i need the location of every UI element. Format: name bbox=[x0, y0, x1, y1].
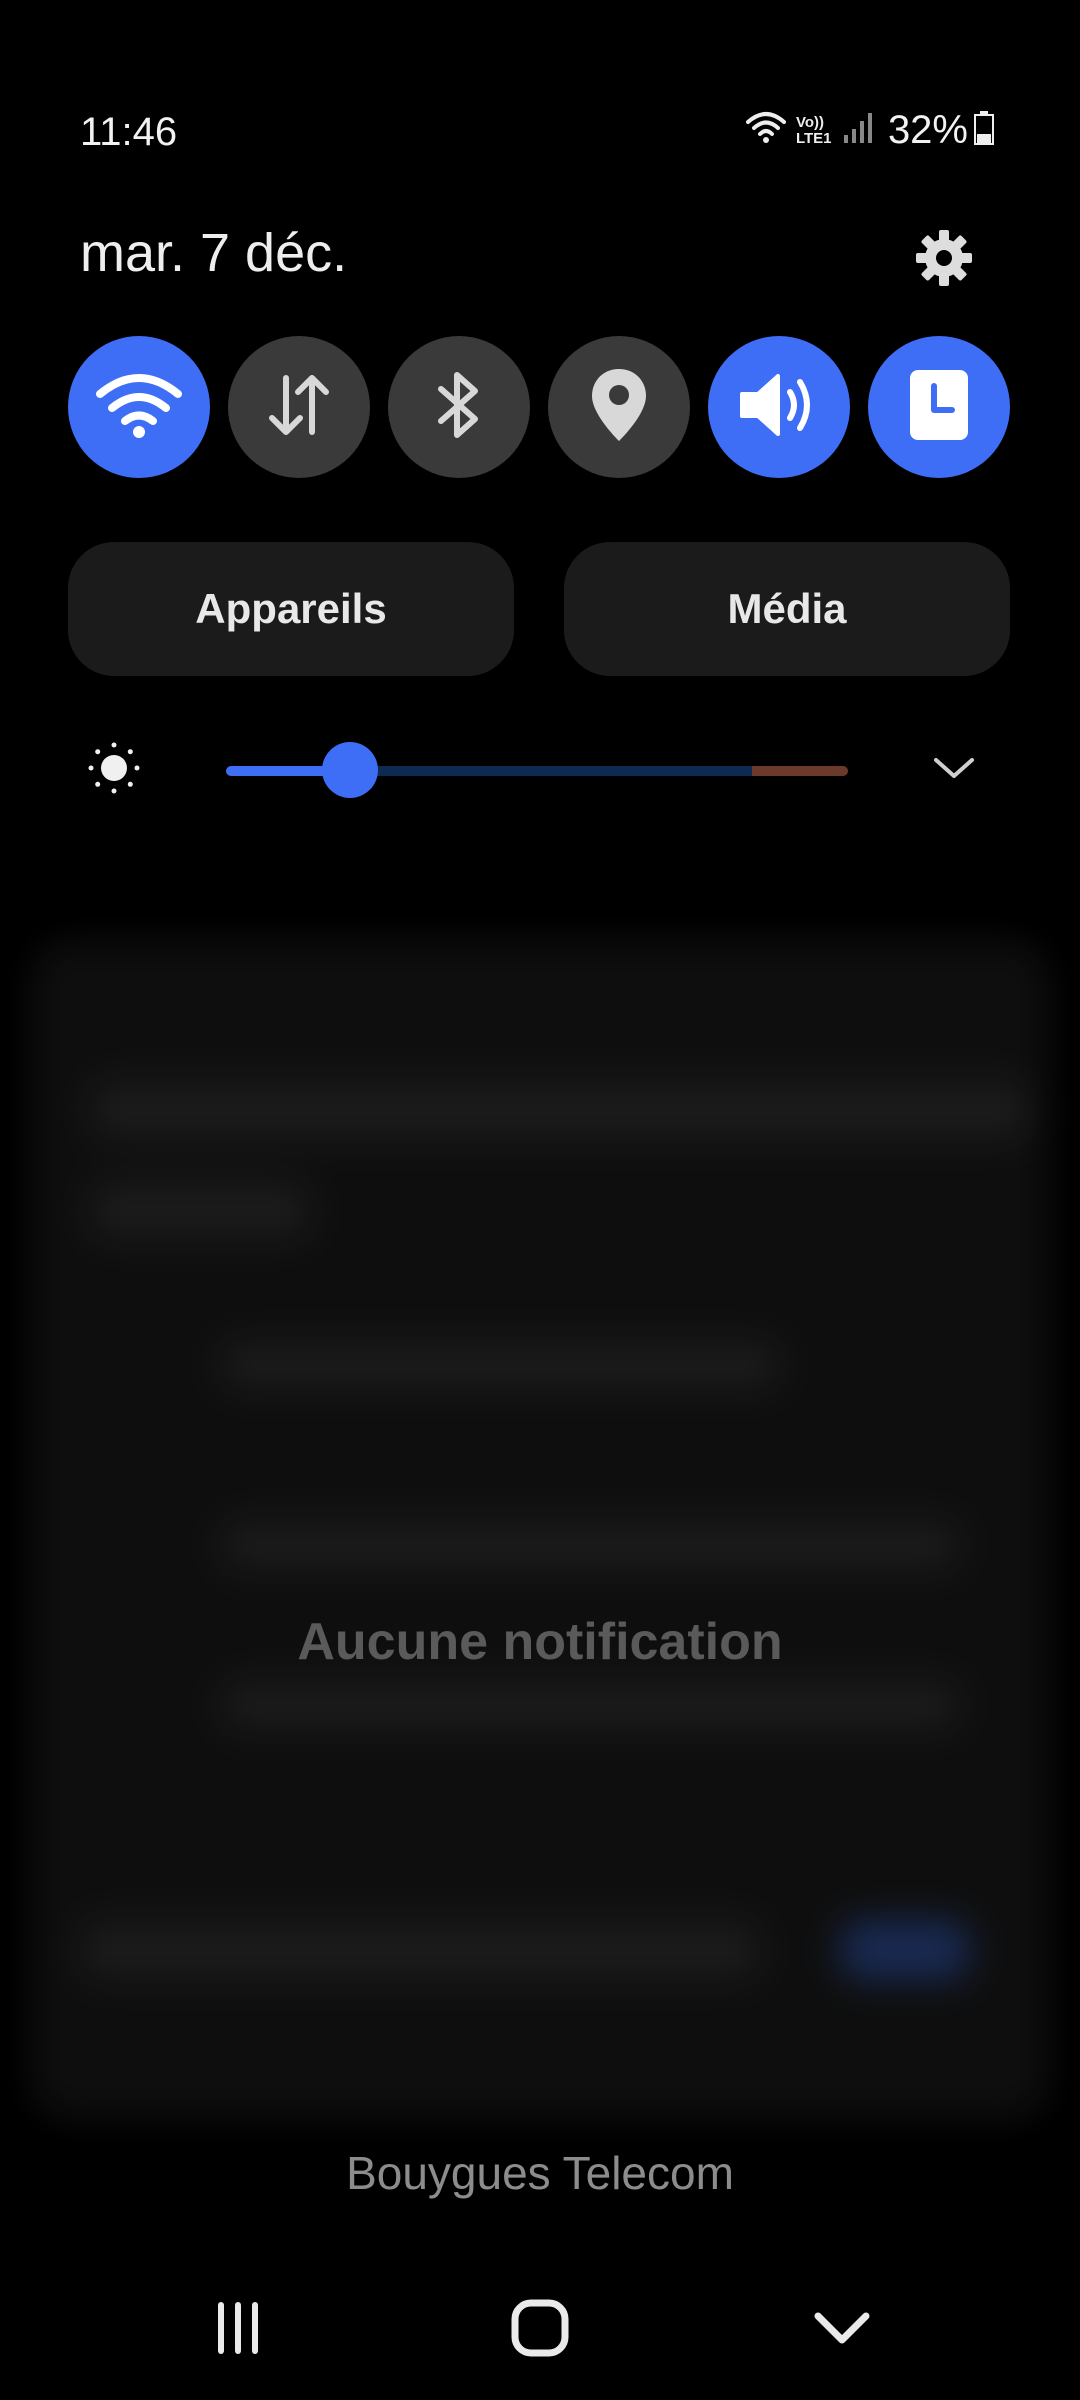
location-toggle[interactable] bbox=[548, 336, 690, 478]
back-button[interactable] bbox=[782, 2280, 902, 2380]
wifi-icon bbox=[745, 110, 786, 151]
quick-toggles bbox=[68, 336, 1012, 478]
gear-icon bbox=[914, 228, 974, 293]
mobile-data-toggle[interactable] bbox=[228, 336, 370, 478]
volte-label: Vo)) LTE1 bbox=[795, 113, 832, 147]
blurred-line bbox=[220, 1680, 960, 1730]
brightness-slider-thumb[interactable] bbox=[322, 742, 378, 798]
brightness-extra-range bbox=[752, 766, 848, 776]
volte-icon: Vo)) LTE1 bbox=[795, 113, 836, 147]
blurred-toggle bbox=[840, 1920, 970, 1980]
expand-panel-button[interactable] bbox=[928, 744, 980, 796]
bluetooth-icon bbox=[429, 367, 489, 448]
date-text[interactable]: mar. 7 déc. bbox=[80, 222, 347, 284]
media-button[interactable]: Média bbox=[564, 542, 1010, 676]
chevron-down-icon bbox=[932, 755, 976, 786]
quick-panel-screen: 11:46 Vo)) LTE1 32% mar. 7 déc. Appareil… bbox=[0, 0, 1080, 2400]
clock-icon bbox=[908, 368, 970, 447]
brightness-slider-track[interactable] bbox=[226, 766, 848, 776]
sun-icon bbox=[86, 740, 142, 796]
signal-icon bbox=[842, 111, 874, 150]
blurred-line bbox=[90, 1180, 310, 1240]
screen-timeout-toggle[interactable] bbox=[868, 336, 1010, 478]
blurred-line bbox=[220, 1520, 960, 1570]
status-icons: Vo)) LTE1 32% bbox=[745, 108, 994, 153]
status-bar: 11:46 Vo)) LTE1 32% bbox=[0, 100, 1080, 170]
battery-icon bbox=[974, 111, 994, 150]
no-notification-text: Aucune notification bbox=[297, 1613, 783, 1671]
bluetooth-toggle[interactable] bbox=[388, 336, 530, 478]
blurred-line bbox=[220, 1340, 780, 1390]
home-button[interactable] bbox=[480, 2280, 600, 2380]
devices-button[interactable]: Appareils bbox=[68, 542, 514, 676]
location-pin-icon bbox=[588, 365, 650, 450]
wifi-toggle[interactable] bbox=[68, 336, 210, 478]
chevron-down-icon bbox=[812, 2308, 872, 2353]
blurred-line bbox=[90, 1080, 1030, 1140]
settings-button[interactable] bbox=[906, 222, 982, 298]
speaker-icon bbox=[736, 368, 822, 447]
recents-icon bbox=[210, 2300, 266, 2361]
wifi-icon bbox=[96, 370, 182, 445]
battery-percent: 32% bbox=[887, 108, 968, 152]
data-arrows-icon bbox=[264, 370, 334, 445]
home-icon bbox=[510, 2298, 570, 2363]
sound-toggle[interactable] bbox=[708, 336, 850, 478]
carrier-label: Bouygues Telecom bbox=[346, 2147, 734, 2199]
recents-button[interactable] bbox=[178, 2280, 298, 2380]
blurred-line bbox=[80, 1920, 760, 1980]
status-time: 11:46 bbox=[80, 110, 178, 154]
